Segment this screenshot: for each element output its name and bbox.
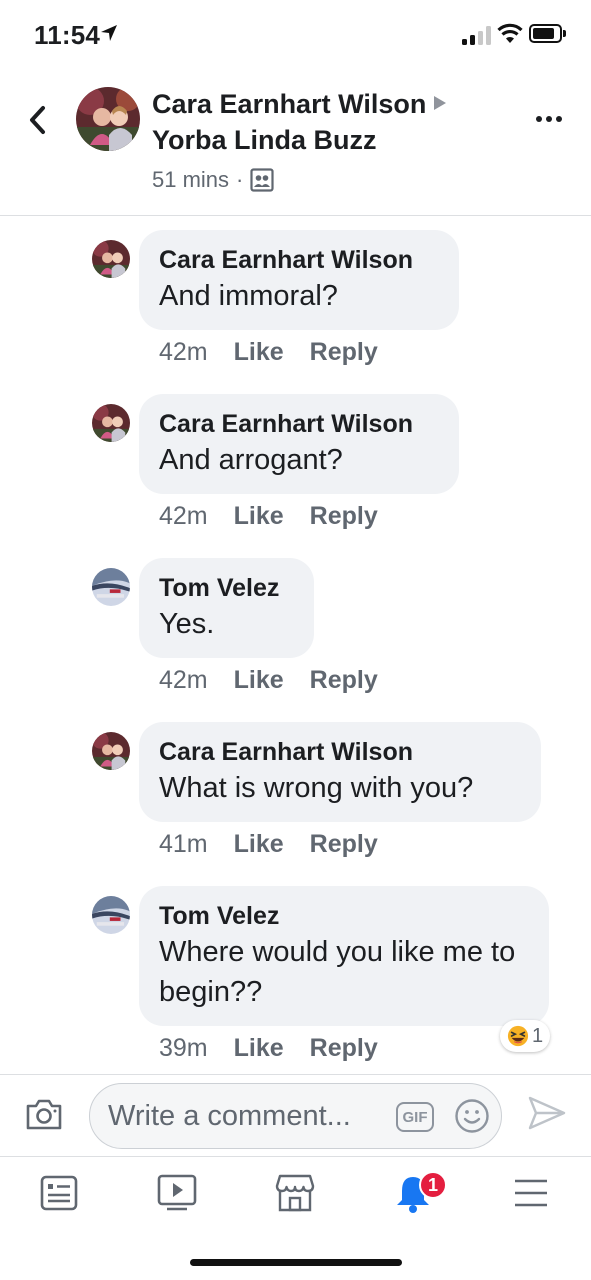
tab-marketplace[interactable] — [273, 1171, 317, 1215]
comment-bubble[interactable]: Tom Velez Where would you like me to beg… — [139, 886, 549, 1026]
gif-button[interactable]: GIF — [396, 1102, 434, 1132]
avatar[interactable] — [92, 568, 130, 606]
comment-item: Tom Velez Where would you like me to beg… — [0, 886, 591, 1066]
notification-badge: 1 — [419, 1171, 447, 1199]
comment-actions: 39m Like Reply — [159, 1034, 378, 1063]
post-header: Cara Earnhart Wilson Yorba Linda Buzz 51… — [0, 70, 591, 216]
reaction-count: 1 — [531, 1024, 544, 1047]
comment-text: And immoral? — [159, 280, 338, 312]
like-button[interactable]: Like — [234, 666, 284, 695]
comment-item: Cara Earnhart Wilson And immoral? 42m Li… — [0, 230, 591, 370]
tab-watch[interactable] — [155, 1171, 199, 1215]
comment-text: And arrogant? — [159, 444, 343, 476]
smiley-icon — [455, 1099, 489, 1133]
comment-text: Yes. — [159, 608, 215, 640]
chevron-left-icon — [30, 106, 45, 134]
more-options-button[interactable] — [536, 112, 570, 126]
comment-item: Cara Earnhart Wilson What is wrong with … — [0, 722, 591, 862]
menu-icon — [515, 1179, 547, 1207]
avatar[interactable] — [92, 404, 130, 442]
avatar[interactable] — [76, 87, 140, 151]
comment-text: What is wrong with you? — [159, 772, 474, 804]
comment-time[interactable]: 42m — [159, 502, 208, 531]
bottom-tab-bar: 1 — [0, 1156, 591, 1226]
wifi-icon — [497, 23, 523, 43]
location-arrow-icon — [101, 25, 117, 41]
comment-bubble[interactable]: Cara Earnhart Wilson What is wrong with … — [139, 722, 541, 822]
reply-button[interactable]: Reply — [310, 502, 378, 531]
comment-item: Cara Earnhart Wilson And arrogant? 42m L… — [0, 394, 591, 534]
comment-author[interactable]: Tom Velez — [159, 900, 529, 932]
reply-button[interactable]: Reply — [310, 338, 378, 367]
post-author[interactable]: Cara Earnhart Wilson — [152, 89, 447, 120]
post-meta: 51 mins · — [152, 167, 274, 193]
triangle-right-icon — [434, 96, 447, 110]
comment-author[interactable]: Tom Velez — [159, 572, 294, 604]
meta-separator: · — [236, 167, 244, 192]
reply-button[interactable]: Reply — [310, 830, 378, 859]
shop-icon — [275, 1174, 315, 1212]
cellular-signal-icon — [462, 25, 492, 45]
reply-button[interactable]: Reply — [310, 666, 378, 695]
comment-actions: 42m Like Reply — [159, 502, 378, 531]
avatar[interactable] — [92, 732, 130, 770]
comment-actions: 42m Like Reply — [159, 338, 378, 367]
group-audience-icon — [250, 168, 274, 192]
avatar[interactable] — [92, 240, 130, 278]
comment-time[interactable]: 42m — [159, 338, 208, 367]
comment-bubble[interactable]: Cara Earnhart Wilson And arrogant? — [139, 394, 459, 494]
like-button[interactable]: Like — [234, 502, 284, 531]
battery-icon — [529, 24, 566, 43]
tab-menu[interactable] — [509, 1171, 553, 1215]
back-button[interactable] — [22, 100, 52, 140]
avatar[interactable] — [92, 896, 130, 934]
group-name[interactable]: Yorba Linda Buzz — [152, 125, 377, 156]
camera-icon — [26, 1099, 62, 1130]
sticker-button[interactable] — [454, 1098, 490, 1139]
comment-placeholder: Write a comment... — [108, 1100, 351, 1132]
status-bar: 11:54 — [0, 0, 591, 70]
status-time: 11:54 — [34, 20, 101, 50]
comment-text: Where would you like me to begin?? — [159, 936, 516, 1008]
comment-actions: 42m Like Reply — [159, 666, 378, 695]
camera-button[interactable] — [25, 1097, 63, 1136]
comment-input[interactable]: Write a comment... GIF — [89, 1083, 502, 1149]
home-indicator[interactable] — [190, 1259, 402, 1266]
comment-bubble[interactable]: Cara Earnhart Wilson And immoral? — [139, 230, 459, 330]
play-icon — [157, 1174, 197, 1211]
comment-author[interactable]: Cara Earnhart Wilson — [159, 408, 439, 440]
like-button[interactable]: Like — [234, 830, 284, 859]
comment-time[interactable]: 39m — [159, 1034, 208, 1063]
like-button[interactable]: Like — [234, 338, 284, 367]
comment-item: Tom Velez Yes. 42m Like Reply — [0, 558, 591, 698]
haha-reaction-icon — [507, 1025, 529, 1047]
like-button[interactable]: Like — [234, 1034, 284, 1063]
comment-time[interactable]: 41m — [159, 830, 208, 859]
reaction-summary[interactable]: 1 — [500, 1020, 550, 1052]
feed-icon — [40, 1175, 78, 1211]
tab-news-feed[interactable] — [37, 1171, 81, 1215]
post-time: 51 mins — [152, 167, 230, 192]
comment-author[interactable]: Cara Earnhart Wilson — [159, 736, 521, 768]
send-icon — [528, 1096, 566, 1130]
comment-composer: Write a comment... GIF — [0, 1074, 591, 1156]
comment-bubble[interactable]: Tom Velez Yes. — [139, 558, 314, 658]
comment-time[interactable]: 42m — [159, 666, 208, 695]
comment-author[interactable]: Cara Earnhart Wilson — [159, 244, 439, 276]
send-button[interactable] — [527, 1095, 567, 1136]
reply-button[interactable]: Reply — [310, 1034, 378, 1063]
comment-actions: 41m Like Reply — [159, 830, 378, 859]
